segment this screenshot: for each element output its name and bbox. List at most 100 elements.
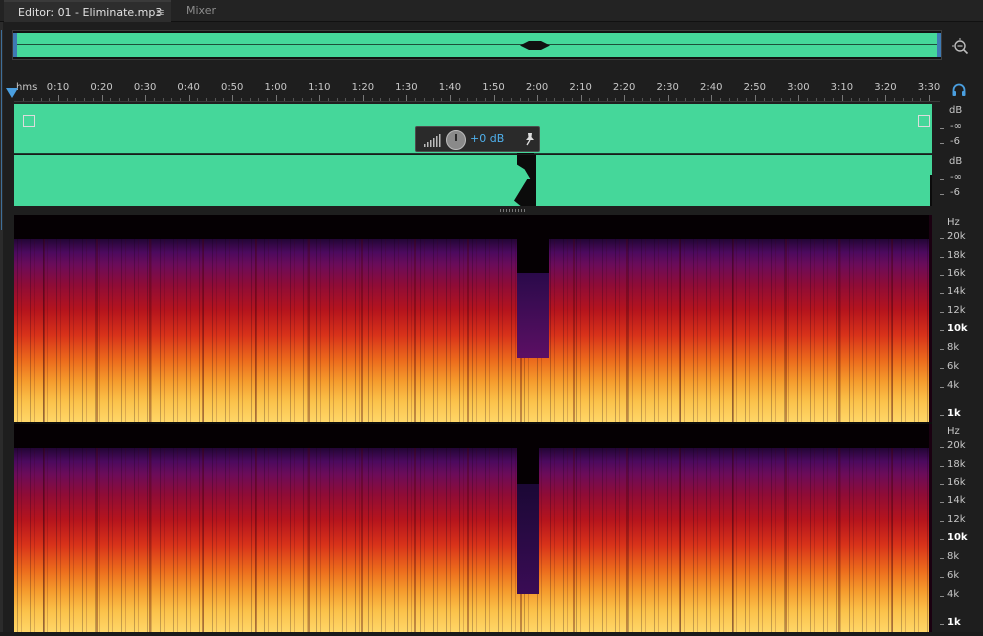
- ruler-minor-tick: [328, 98, 329, 101]
- ruler-minor-tick: [641, 98, 643, 101]
- ruler-minor-tick: [868, 98, 870, 101]
- hz-label: 14k: [947, 495, 966, 506]
- scale-tick: [940, 558, 944, 559]
- overview-silence-gap: [520, 41, 550, 50]
- hud-volume-value[interactable]: +0 dB: [470, 132, 504, 145]
- spectrogram-end: [929, 215, 932, 422]
- overview-handle-right[interactable]: [937, 33, 941, 57]
- waveform-right-channel[interactable]: [14, 155, 932, 206]
- panel-edge: [0, 22, 3, 636]
- ruler-minor-tick: [702, 98, 704, 101]
- ruler-tick: [929, 95, 930, 101]
- spectrogram-silence-top: [14, 215, 932, 239]
- spectrogram-texture: [14, 424, 932, 632]
- db-unit-right: dB: [949, 156, 963, 167]
- waveform-gap: [517, 155, 536, 179]
- fade-in-handle[interactable]: [23, 115, 35, 127]
- ruler-minor-tick: [911, 98, 913, 101]
- hz-label: 18k: [947, 459, 966, 470]
- db-label: -6: [950, 136, 960, 147]
- ruler-minor-tick: [693, 98, 695, 101]
- scale-tick: [940, 577, 944, 578]
- time-ruler[interactable]: hms 0:10 0:20 0:30 0:40 0:50 1:00 1:10 1:20 1:30…: [14, 80, 940, 102]
- panel-resize-grip[interactable]: [500, 209, 526, 212]
- amplitude-scale[interactable]: dB -∞ -6 dB -∞ -6: [940, 104, 983, 208]
- overview-navigator[interactable]: [12, 30, 942, 60]
- ruler-tick: [580, 95, 582, 101]
- ruler-minor-tick: [92, 98, 94, 101]
- ruler-minor-tick: [807, 98, 809, 101]
- ruler-minor-tick: [310, 98, 312, 101]
- zoom-icon[interactable]: [951, 37, 969, 55]
- ruler-tick: [754, 95, 756, 101]
- ruler-tick: [711, 95, 713, 101]
- hz-label: 1k: [947, 617, 961, 628]
- spectral-display-left[interactable]: [14, 215, 932, 422]
- overview-handle-left[interactable]: [13, 33, 17, 57]
- hz-label: 20k: [947, 440, 966, 451]
- tab-menu-icon[interactable]: ≡: [156, 2, 165, 23]
- db-label: -∞: [950, 121, 962, 132]
- spectral-display-right[interactable]: [14, 424, 932, 632]
- hz-label: 6k: [947, 570, 960, 581]
- ruler-minor-tick: [441, 98, 443, 101]
- spectral-gap: [517, 273, 549, 358]
- ruler-unit: hms: [16, 82, 38, 93]
- ruler-minor-tick: [31, 98, 33, 101]
- ruler-tick: [145, 95, 147, 101]
- tab-editor[interactable]: Editor: 01 - Eliminate.mp3 ≡: [4, 0, 171, 22]
- fade-out-handle[interactable]: [918, 115, 930, 127]
- playhead-marker[interactable]: [6, 88, 18, 98]
- volume-hud[interactable]: +0 dB: [415, 126, 540, 152]
- tab-mixer-label: Mixer: [186, 4, 217, 17]
- frequency-scale-left[interactable]: Hz 20k 18k 16k 14k 12k 10k 8k 6k 4k 1k: [940, 215, 983, 422]
- tab-mixer[interactable]: Mixer: [172, 0, 242, 22]
- scale-tick: [940, 143, 944, 144]
- hz-label: 8k: [947, 551, 960, 562]
- ruler-label: 2:10: [569, 82, 592, 93]
- waveform-gap: [514, 179, 536, 206]
- spectrogram-texture: [14, 215, 932, 422]
- headphones-icon[interactable]: [951, 82, 967, 98]
- scale-tick: [940, 330, 944, 331]
- ruler-label: 0:50: [220, 82, 244, 93]
- ruler-tick: [537, 95, 539, 101]
- spectrogram-silence-top: [14, 424, 932, 448]
- spectral-gap: [517, 484, 539, 594]
- ruler-minor-tick: [571, 98, 573, 101]
- spectral-gap-dark: [517, 424, 539, 484]
- ruler-minor-tick: [589, 98, 591, 101]
- ruler-tick: [449, 95, 451, 101]
- pin-icon[interactable]: [524, 132, 536, 146]
- ruler-label: 0:40: [177, 82, 200, 93]
- ruler-label: 0:30: [133, 82, 157, 93]
- hz-label: 4k: [947, 589, 960, 600]
- scale-tick: [940, 387, 944, 388]
- frequency-scale-right[interactable]: Hz 20k 18k 16k 14k 12k 10k 8k 6k 4k 1k: [940, 424, 983, 632]
- knob-icon[interactable]: [446, 130, 466, 150]
- ruler-minor-tick: [606, 98, 608, 101]
- ruler-tick: [798, 95, 800, 101]
- hz-unit: Hz: [947, 217, 960, 228]
- ruler-minor-tick: [432, 98, 434, 101]
- scale-tick: [940, 368, 944, 369]
- ruler-minor-tick: [615, 98, 617, 101]
- ruler-minor-tick: [685, 98, 687, 101]
- hz-label: 10k: [947, 532, 968, 543]
- scale-tick: [940, 293, 944, 294]
- ruler-minor-tick: [676, 98, 678, 101]
- ruler-minor-tick: [84, 98, 86, 101]
- ruler-minor-tick: [780, 98, 782, 101]
- ruler-tick: [101, 95, 103, 101]
- ruler-minor-tick: [467, 98, 469, 101]
- ruler-minor-tick: [118, 98, 120, 101]
- ruler-minor-tick: [545, 98, 547, 101]
- ruler-minor-tick: [293, 98, 295, 101]
- ruler-minor-tick: [746, 98, 748, 101]
- hz-label: 4k: [947, 380, 960, 391]
- ruler-minor-tick: [658, 98, 660, 101]
- ruler-minor-tick: [902, 98, 904, 101]
- ruler-minor-tick: [206, 98, 208, 101]
- ruler-minor-tick: [162, 98, 164, 101]
- scale-tick: [940, 415, 944, 416]
